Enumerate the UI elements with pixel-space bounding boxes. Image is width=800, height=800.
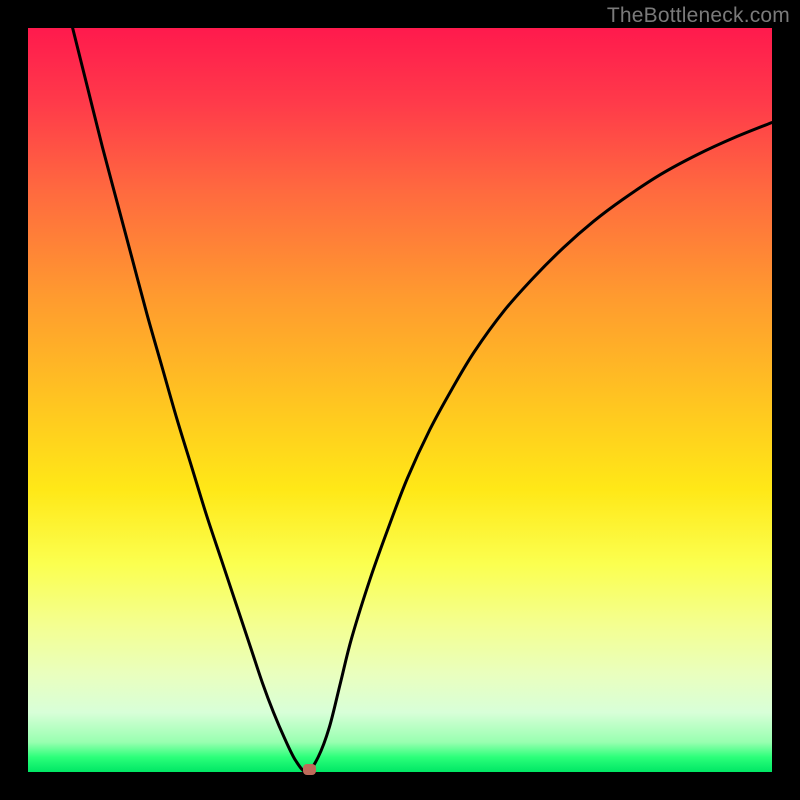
watermark-text: TheBottleneck.com [607,4,790,28]
plot-area [28,28,772,772]
optimum-marker [303,764,316,775]
chart-frame: TheBottleneck.com [0,0,800,800]
curve-svg [28,28,772,772]
bottleneck-curve [73,28,772,772]
